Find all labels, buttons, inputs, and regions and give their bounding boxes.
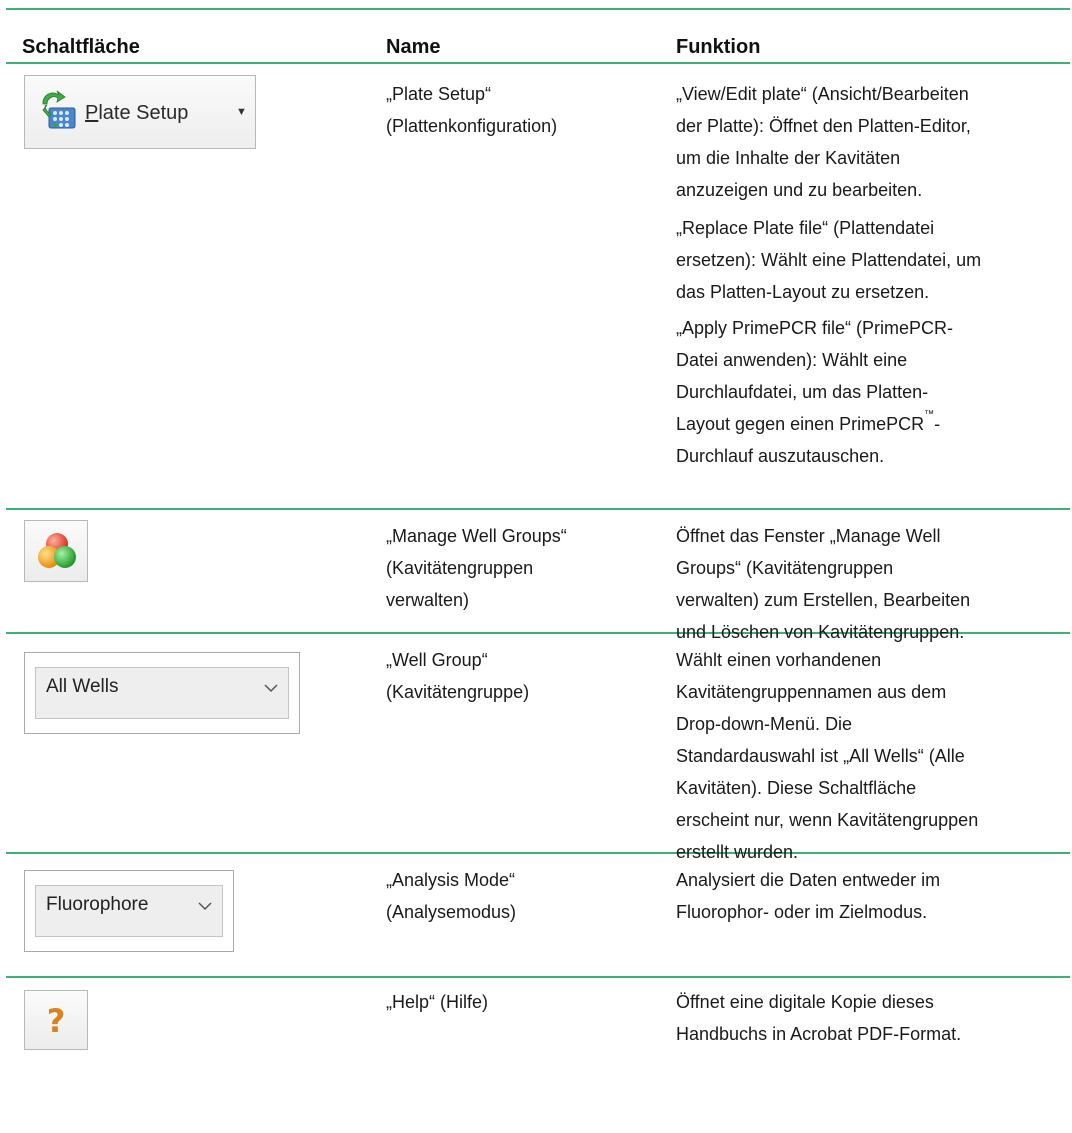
header-rule bbox=[6, 62, 1070, 64]
function-line: Drop-down-Menü. Die bbox=[676, 714, 853, 734]
function-line: Kavitätengruppennamen aus dem bbox=[676, 682, 947, 702]
row-divider bbox=[6, 508, 1070, 510]
chevron-down-icon bbox=[198, 898, 212, 916]
column-header-function: Funktion bbox=[676, 36, 761, 58]
row-name-plate-setup: „Plate Setup“ (Plattenkonfiguration) bbox=[386, 78, 557, 142]
manage-well-groups-button[interactable] bbox=[24, 520, 88, 582]
function-line: Durchlaufdatei, um das Platten- bbox=[676, 382, 929, 402]
well-groups-icon bbox=[35, 529, 79, 573]
row-function-help: Öffnet eine digitale Kopie dieses Handbu… bbox=[676, 986, 961, 1050]
function-line: Analysiert die Daten entweder im bbox=[676, 870, 941, 890]
row-function-manage-well-groups: Öffnet das Fenster „Manage Well Groups“ … bbox=[676, 520, 970, 648]
plate-setup-label: Plate Setup bbox=[85, 102, 188, 125]
row-function-analysis-mode: Analysiert die Daten entweder im Fluorop… bbox=[676, 864, 940, 928]
name-line: „Analysis Mode“ bbox=[386, 870, 516, 890]
function-line: Handbuchs in Acrobat PDF-Format. bbox=[676, 1024, 962, 1044]
function-line: Fluorophor- oder im Zielmodus. bbox=[676, 902, 928, 922]
row-name-manage-well-groups: „Manage Well Groups“ (Kavitätengruppen v… bbox=[386, 520, 567, 616]
function-line: Durchlauf auszutauschen. bbox=[676, 446, 885, 466]
function-line: anzuzeigen und zu bearbeiten. bbox=[676, 180, 923, 200]
function-line: um die Inhalte der Kavitäten bbox=[676, 148, 901, 168]
function-line: erscheint nur, wenn Kavitätengruppen bbox=[676, 810, 979, 830]
table-top-rule bbox=[6, 8, 1070, 10]
function-line: der Platte): Öffnet den Platten-Editor, bbox=[676, 116, 971, 136]
function-line: Kavitäten). Diese Schaltfläche bbox=[676, 778, 917, 798]
trademark-symbol: ™ bbox=[924, 409, 935, 420]
function-line: Datei anwenden): Wählt eine bbox=[676, 350, 908, 370]
function-line: Standardauswahl ist „All Wells“ (Alle bbox=[676, 746, 965, 766]
function-line: verwalten) zum Erstellen, Bearbeiten bbox=[676, 590, 971, 610]
function-line: Öffnet eine digitale Kopie dieses bbox=[676, 992, 934, 1012]
column-header-name: Name bbox=[386, 36, 441, 58]
name-line: (Kavitätengruppen bbox=[386, 558, 534, 578]
row-function-replace-plate: „Replace Plate file“ (Plattendatei erset… bbox=[676, 212, 981, 308]
dropdown-arrow-icon: ▼ bbox=[236, 106, 247, 118]
row-function-apply-primepcr: „Apply PrimePCR file“ (PrimePCR- Datei a… bbox=[676, 312, 953, 472]
function-line: Layout gegen einen PrimePCR™- bbox=[676, 408, 953, 440]
row-divider bbox=[6, 976, 1070, 978]
function-line-text: Layout gegen einen PrimePCR bbox=[676, 414, 925, 434]
analysis-mode-selected-value: Fluorophore bbox=[46, 894, 149, 915]
name-line: (Plattenkonfiguration) bbox=[386, 116, 558, 136]
function-line: Wählt einen vorhandenen bbox=[676, 650, 882, 670]
analysis-mode-select[interactable]: Fluorophore bbox=[35, 885, 223, 937]
plate-setup-mnemonic: P bbox=[85, 102, 99, 124]
name-line: „Manage Well Groups“ bbox=[386, 526, 567, 546]
name-line: (Analysemodus) bbox=[386, 902, 517, 922]
help-button[interactable]: ? bbox=[24, 990, 88, 1050]
function-line-suffix: - bbox=[934, 414, 941, 434]
function-line: „View/Edit plate“ (Ansicht/Bearbeiten bbox=[676, 84, 969, 104]
row-name-well-group: „Well Group“ (Kavitätengruppe) bbox=[386, 644, 529, 708]
help-question-icon: ? bbox=[46, 1002, 66, 1040]
name-line: verwalten) bbox=[386, 590, 470, 610]
function-line: „Apply PrimePCR file“ (PrimePCR- bbox=[676, 318, 954, 338]
function-line: Öffnet das Fenster „Manage Well bbox=[676, 526, 941, 546]
function-line: ersetzen): Wählt eine Plattendatei, um bbox=[676, 250, 982, 270]
well-group-selected-value: All Wells bbox=[46, 676, 119, 697]
row-name-analysis-mode: „Analysis Mode“ (Analysemodus) bbox=[386, 864, 516, 928]
name-line: (Kavitätengruppe) bbox=[386, 682, 530, 702]
well-group-select[interactable]: All Wells bbox=[35, 667, 289, 719]
plate-setup-icon bbox=[39, 90, 79, 134]
row-function-well-group: Wählt einen vorhandenen Kavitätengruppen… bbox=[676, 644, 978, 868]
chevron-down-icon bbox=[264, 680, 278, 698]
name-line: „Plate Setup“ bbox=[386, 84, 492, 104]
row-name-help: „Help“ (Hilfe) bbox=[386, 986, 488, 1018]
analysis-mode-dropdown[interactable]: Fluorophore bbox=[24, 870, 234, 952]
function-line: „Replace Plate file“ (Plattendatei bbox=[676, 218, 935, 238]
row-function-plate-setup: „View/Edit plate“ (Ansicht/Bearbeiten de… bbox=[676, 78, 971, 206]
plate-setup-button[interactable]: Plate Setup ▼ bbox=[24, 75, 256, 149]
well-group-dropdown[interactable]: All Wells bbox=[24, 652, 300, 734]
function-line: Groups“ (Kavitätengruppen bbox=[676, 558, 894, 578]
plate-setup-label-rest: late Setup bbox=[98, 102, 189, 124]
name-line: „Well Group“ bbox=[386, 650, 488, 670]
column-header-button: Schaltfläche bbox=[22, 36, 140, 58]
function-line: das Platten-Layout zu ersetzen. bbox=[676, 282, 930, 302]
name-line: „Help“ (Hilfe) bbox=[386, 992, 489, 1012]
